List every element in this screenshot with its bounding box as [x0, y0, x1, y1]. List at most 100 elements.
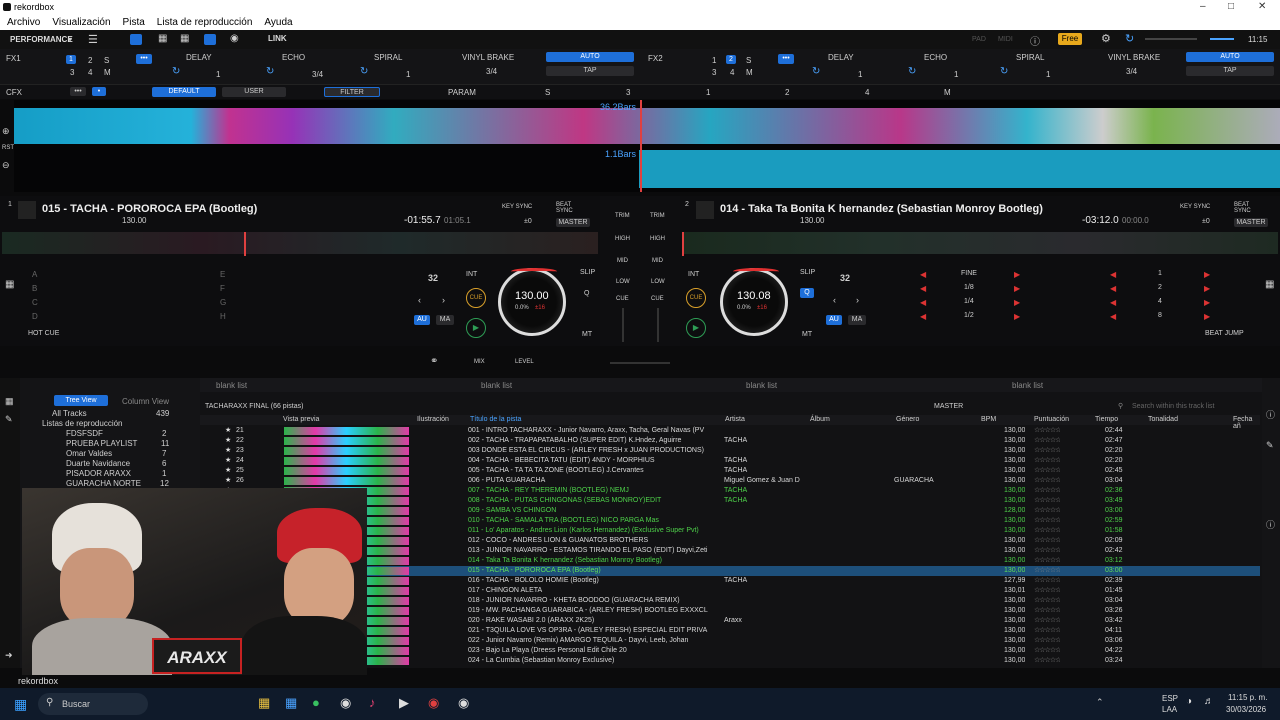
deck1-slip[interactable]: SLIP	[580, 269, 595, 276]
fx2-knob2-icon[interactable]: ↻	[908, 66, 916, 77]
crossfader[interactable]	[610, 362, 670, 364]
deck2-loop[interactable]: 32	[840, 273, 850, 283]
hotcue-c[interactable]: C	[32, 298, 38, 307]
jump-fwd-icon[interactable]: ▶	[1204, 312, 1210, 321]
deck2-loop-left-icon[interactable]: ‹	[833, 295, 836, 305]
deck2-jog[interactable]: 130.08 0.0% ±16	[720, 268, 788, 336]
jump-back-icon[interactable]: ◀	[1110, 270, 1116, 279]
fx2-assign-4[interactable]: 4	[730, 68, 734, 77]
menu-ayuda[interactable]: Ayuda	[264, 17, 292, 28]
deck1-master-button[interactable]: MASTER	[556, 218, 590, 227]
fx2-assign-s[interactable]: S	[746, 56, 751, 65]
table-row[interactable]: ★ 21 001 - INTRO TACHARAXX - Junior Navarr…	[200, 426, 1260, 436]
collection-icon[interactable]: ▦	[5, 396, 14, 407]
chevron-up-icon[interactable]: ⌃	[1096, 697, 1104, 708]
tree-item[interactable]: PISADOR ARAXX	[66, 469, 131, 478]
fx2-slot2[interactable]: ECHO	[924, 53, 947, 62]
deck2-cue-button[interactable]: CUE	[686, 288, 706, 308]
star-icon[interactable]: ★	[225, 436, 231, 446]
record-icon[interactable]: ◉	[230, 33, 239, 44]
col-artwork[interactable]: Ilustración	[417, 416, 449, 423]
fx2-knob1-icon[interactable]: ↻	[812, 66, 820, 77]
deck1-beatsync[interactable]: BEAT SYNC	[556, 202, 576, 214]
col-time[interactable]: Tiempo	[1095, 416, 1118, 423]
fx1-slot2[interactable]: ECHO	[282, 53, 305, 62]
layout-icon[interactable]: ☰	[88, 33, 98, 46]
deck2-loop-right-icon[interactable]: ›	[856, 295, 859, 305]
hotcue-g[interactable]: G	[220, 298, 226, 307]
deck2-overview-waveform[interactable]	[682, 232, 1278, 254]
col-album[interactable]: Álbum	[810, 416, 830, 423]
cfx-filter-button[interactable]: FILTER	[324, 87, 380, 97]
tree-item[interactable]: GUARACHA NORTE	[66, 479, 141, 488]
hotcue-f[interactable]: F	[220, 284, 225, 293]
pencil-icon[interactable]: ✎	[1266, 440, 1274, 451]
store-icon[interactable]: ▦	[285, 695, 297, 711]
jump-8[interactable]: 8	[1158, 312, 1162, 319]
fx1-brake[interactable]: VINYL BRAKE	[462, 53, 514, 62]
pane-1[interactable]: blank list	[216, 381, 247, 390]
fx1-knob1-icon[interactable]: ↻	[172, 66, 180, 77]
table-row[interactable]: ★ 22 002 - TACHA - TRAPAPATABALHO (SUPER E…	[200, 436, 1260, 446]
table-row[interactable]: ★ 26 006 - PUTA GUARACHA Miguel Gomez & Jua…	[200, 476, 1260, 486]
jump-fwd-icon[interactable]: ▶	[1014, 312, 1020, 321]
app-icon[interactable]: ◉	[340, 695, 351, 711]
rating-stars[interactable]: ☆☆☆☆☆	[1034, 506, 1060, 516]
hotcue-a[interactable]: A	[32, 270, 37, 279]
star-icon[interactable]: ★	[225, 476, 231, 486]
fx2-assign-m[interactable]: M	[746, 68, 753, 77]
tree-item-all-tracks[interactable]: All Tracks	[52, 409, 87, 418]
deck1-overview-waveform[interactable]	[2, 232, 598, 254]
wifi-icon[interactable]: ◑	[1186, 696, 1192, 707]
link-button[interactable]: LINK	[268, 34, 287, 43]
reset-label[interactable]: RST	[2, 145, 14, 151]
deck1-loop-left-icon[interactable]: ‹	[418, 295, 421, 305]
col-bpm[interactable]: BPM	[981, 416, 996, 423]
mode-select[interactable]: PERFORMANCE	[10, 35, 73, 44]
pane-2[interactable]: blank list	[481, 381, 512, 390]
deck2-play-button[interactable]: ▶	[686, 318, 706, 338]
tree-item[interactable]: FDSFSDF	[66, 429, 103, 438]
rating-stars[interactable]: ☆☆☆☆☆	[1034, 476, 1060, 486]
deck2-pad-grid-icon[interactable]: ▦	[1265, 279, 1274, 290]
deck1-loop-right-icon[interactable]: ›	[442, 295, 445, 305]
col-preview[interactable]: Vista previa	[283, 416, 319, 423]
lang-2[interactable]: LAA	[1162, 705, 1177, 714]
fx2-assign-1[interactable]: 1	[712, 56, 716, 65]
mixer-cue-1[interactable]: CUE	[616, 296, 629, 302]
hotcue-mode[interactable]: HOT CUE	[28, 330, 59, 337]
beat-jump-mode[interactable]: BEAT JUMP	[1205, 330, 1244, 337]
free-badge[interactable]: Free	[1058, 33, 1082, 45]
master-select[interactable]: MASTER	[934, 403, 963, 410]
rating-stars[interactable]: ☆☆☆☆☆	[1034, 566, 1060, 576]
menu-lista[interactable]: Lista de reproducción	[157, 17, 253, 28]
info-icon[interactable]: ⓘ	[1266, 518, 1275, 531]
rating-stars[interactable]: ☆☆☆☆☆	[1034, 596, 1060, 606]
deck1-loop[interactable]: 32	[428, 273, 438, 283]
taskbar-search[interactable]: ⚲ Buscar	[38, 693, 148, 715]
tree-item[interactable]: PRUEBA PLAYLIST	[66, 439, 137, 448]
headphones-icon[interactable]: ⚭	[430, 356, 438, 367]
rating-stars[interactable]: ☆☆☆☆☆	[1034, 626, 1060, 636]
deck2-slip[interactable]: SLIP	[800, 269, 815, 276]
rating-stars[interactable]: ☆☆☆☆☆	[1034, 486, 1060, 496]
waveform-preview[interactable]	[284, 477, 409, 485]
lang-1[interactable]: ESP	[1162, 694, 1178, 703]
tree-item-playlists[interactable]: Listas de reproducción	[42, 419, 123, 428]
rating-stars[interactable]: ☆☆☆☆☆	[1034, 586, 1060, 596]
fx1-knob3-icon[interactable]: ↻	[360, 66, 368, 77]
rating-stars[interactable]: ☆☆☆☆☆	[1034, 496, 1060, 506]
fx1-assign-2[interactable]: 2	[88, 56, 92, 65]
fx2-menu-button[interactable]: •••	[778, 54, 794, 64]
rating-stars[interactable]: ☆☆☆☆☆	[1034, 636, 1060, 646]
tree-item[interactable]: Omar Valdes	[66, 449, 112, 458]
col-rating[interactable]: Puntuación	[1034, 416, 1069, 423]
col-key[interactable]: Tonalidad	[1148, 416, 1178, 423]
rating-stars[interactable]: ☆☆☆☆☆	[1034, 536, 1060, 546]
fx2-brake[interactable]: VINYL BRAKE	[1108, 53, 1160, 62]
waveform-preview[interactable]	[284, 427, 409, 435]
menu-pista[interactable]: Pista	[123, 17, 145, 28]
rating-stars[interactable]: ☆☆☆☆☆	[1034, 516, 1060, 526]
deck1-keysync[interactable]: KEY SYNC	[502, 204, 532, 210]
table-row[interactable]: ★ 24 004 - TACHA - BEBECITA TATU (EDIT) 4N…	[200, 456, 1260, 466]
